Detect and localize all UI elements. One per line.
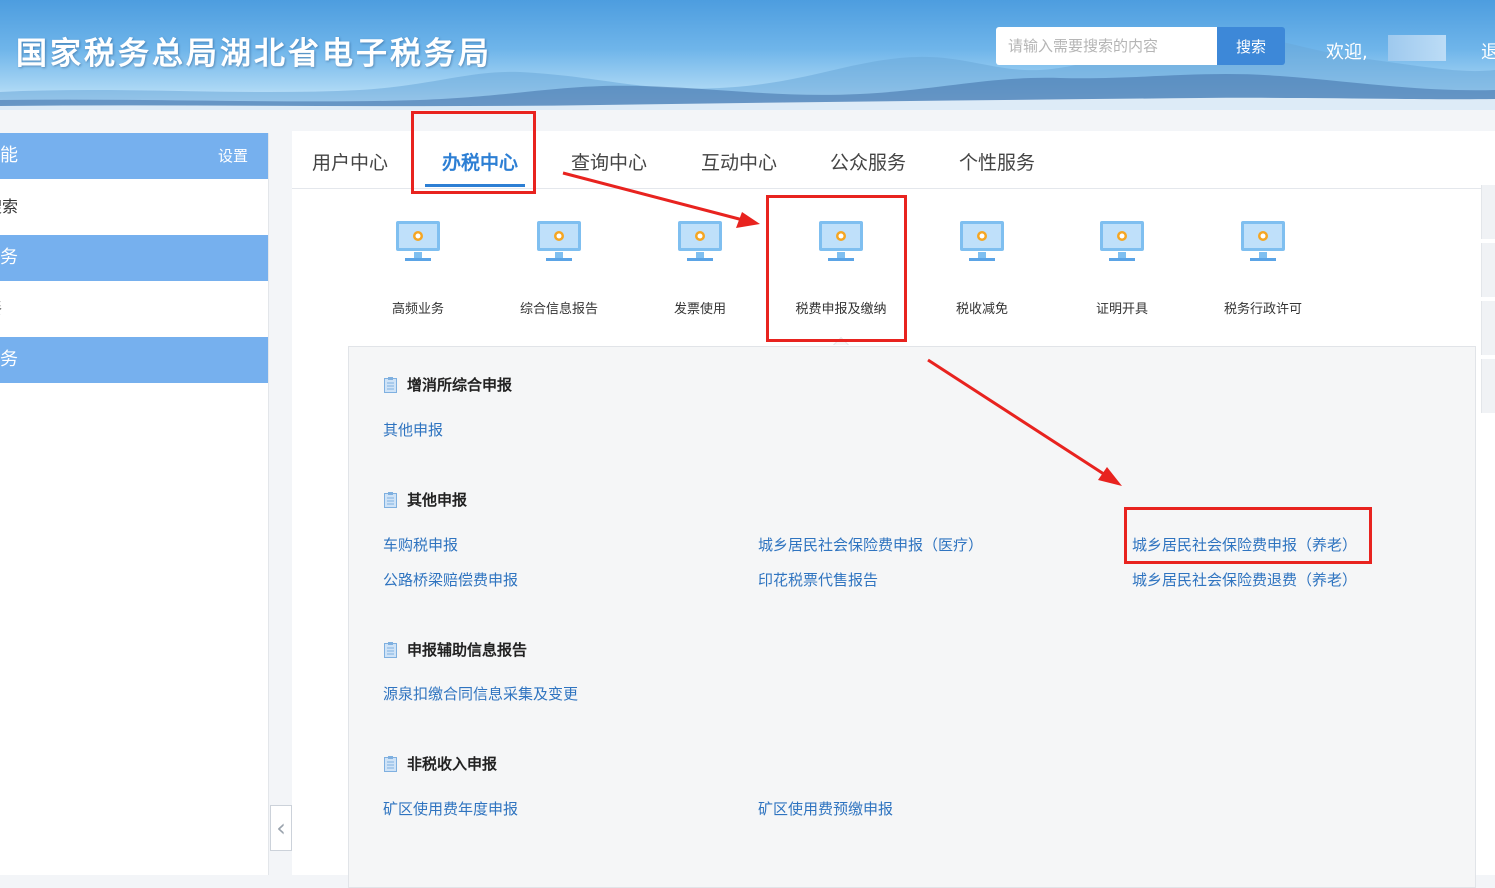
sidebar-item-search[interactable]: 搜索 bbox=[0, 179, 268, 235]
logout-link[interactable]: 退 bbox=[1481, 38, 1495, 64]
settings-link[interactable]: 设置 bbox=[218, 133, 248, 179]
sidebar-section-business[interactable]: 业务 bbox=[0, 235, 268, 281]
site-header: 国家税务总局湖北省电子税务局 搜索 欢迎, 退 bbox=[0, 0, 1495, 110]
link-resident-insurance-medical[interactable]: 城乡居民社会保险费申报（医疗） bbox=[758, 534, 983, 555]
service-label: 发票使用 bbox=[673, 302, 726, 317]
monitor-icon bbox=[678, 221, 722, 261]
edge-tab[interactable] bbox=[1481, 359, 1495, 413]
link-resident-insurance-pension-refund[interactable]: 城乡居民社会保险费退费（养老） bbox=[1132, 569, 1357, 590]
search-input[interactable] bbox=[996, 27, 1217, 65]
tab-personal-service[interactable]: 个性服务 bbox=[959, 148, 1035, 175]
top-tab-bar: 用户中心 办税中心 查询中心 互动中心 公众服务 个性服务 bbox=[292, 131, 1495, 189]
tab-user-center[interactable]: 用户中心 bbox=[312, 148, 388, 175]
username-redacted bbox=[1388, 35, 1446, 61]
service-admin-permit[interactable]: 税务行政许可 bbox=[1198, 219, 1328, 317]
service-invoice-use[interactable]: 发票使用 bbox=[635, 219, 765, 317]
document-icon bbox=[384, 756, 397, 772]
sidebar-item-package[interactable]: 餐 bbox=[0, 281, 268, 337]
main-panel: 用户中心 办税中心 查询中心 互动中心 公众服务 个性服务 高频业务 综合信息报… bbox=[292, 131, 1495, 888]
section-title: 非税收入申报 bbox=[384, 753, 497, 774]
monitor-icon bbox=[396, 221, 440, 261]
edge-tab[interactable] bbox=[1481, 185, 1495, 239]
section-title: 申报辅助信息报告 bbox=[384, 639, 527, 660]
section-title: 增消所综合申报 bbox=[384, 374, 512, 395]
document-icon bbox=[384, 642, 397, 658]
service-label: 证明开具 bbox=[1095, 302, 1148, 317]
link-stamp-sales-report[interactable]: 印花税票代售报告 bbox=[758, 569, 878, 590]
link-vehicle-tax-filing[interactable]: 车购税申报 bbox=[383, 534, 458, 555]
submenu-pointer bbox=[833, 337, 849, 345]
section-title: 其他申报 bbox=[384, 489, 467, 510]
service-label: 高频业务 bbox=[391, 302, 444, 317]
tab-query-center[interactable]: 查询中心 bbox=[571, 148, 647, 175]
sidebar-section-label: 业务 bbox=[0, 349, 18, 370]
submenu-panel: 增消所综合申报 其他申报 其他申报 车购税申报 城乡居民社会保险费申报（医疗） … bbox=[348, 346, 1476, 888]
service-comprehensive-report[interactable]: 综合信息报告 bbox=[494, 219, 624, 317]
monitor-icon bbox=[537, 221, 581, 261]
section-title-text: 其他申报 bbox=[407, 491, 468, 509]
sidebar-collapse-button[interactable]: ‹ bbox=[270, 805, 292, 851]
sidebar-section-business-2[interactable]: 业务 bbox=[0, 337, 268, 383]
section-title-text: 非税收入申报 bbox=[407, 755, 498, 773]
section-title-text: 增消所综合申报 bbox=[407, 376, 513, 394]
document-icon bbox=[384, 377, 397, 393]
monitor-icon bbox=[1100, 221, 1144, 261]
sidebar-section-label: 业务 bbox=[0, 247, 18, 268]
document-icon bbox=[384, 492, 397, 508]
link-mining-fee-annual[interactable]: 矿区使用费年度申报 bbox=[383, 798, 518, 819]
section-title-text: 申报辅助信息报告 bbox=[407, 641, 528, 659]
service-high-frequency[interactable]: 高频业务 bbox=[353, 219, 483, 317]
service-certificate-issue[interactable]: 证明开具 bbox=[1057, 219, 1187, 317]
service-tax-filing-payment[interactable]: 税费申报及缴纳 bbox=[776, 219, 906, 317]
sidebar-header-label: 功能 bbox=[0, 145, 18, 166]
link-other-filing[interactable]: 其他申报 bbox=[383, 419, 443, 440]
monitor-icon bbox=[1241, 221, 1285, 261]
service-label: 税收减免 bbox=[955, 302, 1008, 317]
edge-tab[interactable] bbox=[1481, 301, 1495, 355]
service-label: 税费申报及缴纳 bbox=[795, 302, 887, 317]
sidebar-item-label: 搜索 bbox=[0, 197, 19, 216]
site-title: 国家税务总局湖北省电子税务局 bbox=[16, 36, 492, 72]
link-mining-fee-prepay[interactable]: 矿区使用费预缴申报 bbox=[758, 798, 893, 819]
monitor-icon bbox=[960, 221, 1004, 261]
service-label: 税务行政许可 bbox=[1223, 302, 1302, 317]
tab-tax-center[interactable]: 办税中心 bbox=[442, 148, 518, 175]
sidebar: 功能 设置 搜索 业务 餐 业务 bbox=[0, 133, 269, 875]
link-resident-insurance-pension[interactable]: 城乡居民社会保险费申报（养老） bbox=[1132, 534, 1357, 555]
active-tab-underline bbox=[425, 184, 525, 187]
sidebar-item-label: 餐 bbox=[0, 281, 2, 337]
edge-tab[interactable] bbox=[1481, 243, 1495, 297]
monitor-icon bbox=[819, 221, 863, 261]
search-button[interactable]: 搜索 bbox=[1217, 27, 1285, 65]
service-tax-reduction[interactable]: 税收减免 bbox=[917, 219, 1047, 317]
link-withholding-contract-info[interactable]: 源泉扣缴合同信息采集及变更 bbox=[383, 683, 578, 704]
welcome-text: 欢迎, bbox=[1326, 42, 1368, 63]
sidebar-header: 功能 设置 bbox=[0, 133, 268, 179]
tab-interaction-center[interactable]: 互动中心 bbox=[701, 148, 777, 175]
link-bridge-compensation-filing[interactable]: 公路桥梁赔偿费申报 bbox=[383, 569, 518, 590]
service-label: 综合信息报告 bbox=[519, 302, 598, 317]
tab-public-service[interactable]: 公众服务 bbox=[830, 148, 906, 175]
